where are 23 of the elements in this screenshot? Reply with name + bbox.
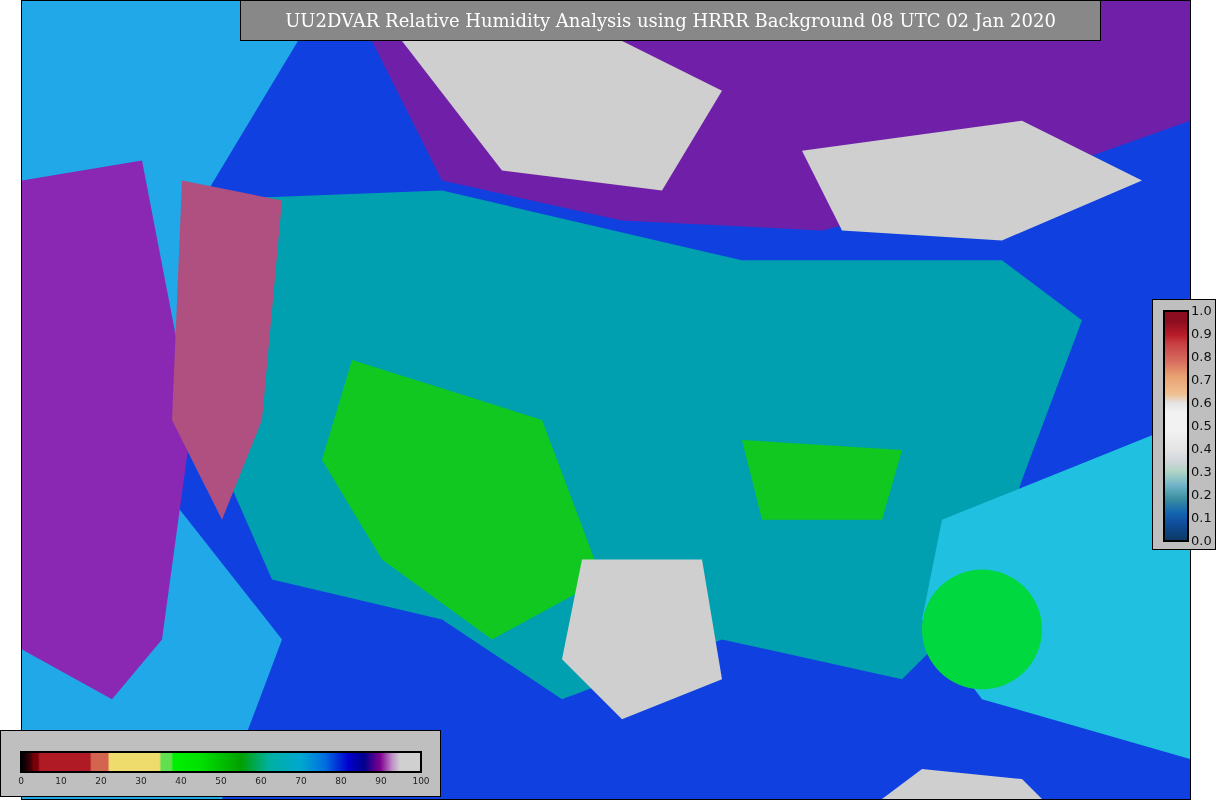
tick-label: 0.5 <box>1191 416 1212 435</box>
tick-label: 10 <box>54 775 68 788</box>
tick-label: 0.6 <box>1191 393 1212 412</box>
tick-label: 0.7 <box>1191 370 1212 389</box>
tick-label: 100 <box>411 775 431 788</box>
tick-label: 30 <box>134 775 148 788</box>
tick-label: 0.8 <box>1191 347 1212 366</box>
tick-label: 90 <box>374 775 388 788</box>
map-title: UU2DVAR Relative Humidity Analysis using HRRR Background 08 UTC 02 Jan 2020 <box>240 0 1101 41</box>
tick-label: 0.3 <box>1191 462 1212 481</box>
tick-label: 0.2 <box>1191 485 1212 504</box>
tick-label: 1.0 <box>1191 301 1212 320</box>
tick-label: 40 <box>174 775 188 788</box>
tick-label: 0.1 <box>1191 508 1212 527</box>
tick-label: 0.9 <box>1191 324 1212 343</box>
tick-label: 0 <box>17 775 25 788</box>
tick-label: 0.4 <box>1191 439 1212 458</box>
tick-label: 0.0 <box>1191 531 1212 550</box>
tick-label: 70 <box>294 775 308 788</box>
tick-label: 60 <box>254 775 268 788</box>
tick-label: 80 <box>334 775 348 788</box>
tick-label: 50 <box>214 775 228 788</box>
tick-label: 20 <box>94 775 108 788</box>
